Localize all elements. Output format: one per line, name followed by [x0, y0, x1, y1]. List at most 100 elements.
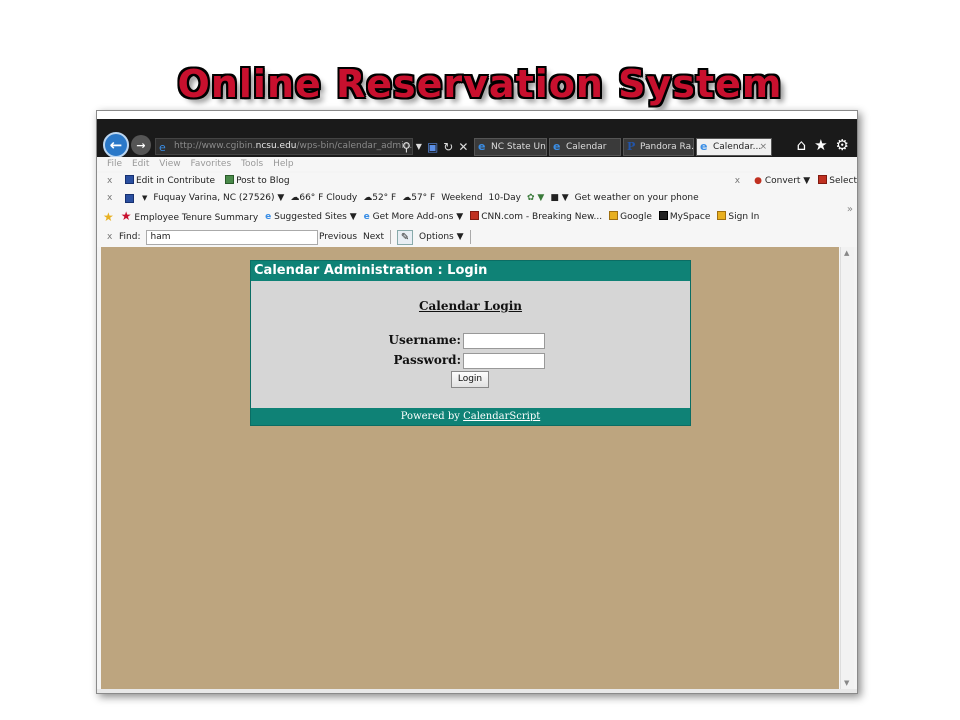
- blog-icon: [225, 175, 235, 184]
- search-icon[interactable]: ⚲: [402, 140, 411, 154]
- find-label: Find:: [119, 232, 141, 242]
- fav-sign-in[interactable]: Sign In: [717, 207, 759, 227]
- select-button[interactable]: Select: [818, 173, 857, 190]
- scroll-up-icon[interactable]: ▲: [844, 249, 849, 257]
- fav-myspace[interactable]: MySpace: [658, 207, 710, 227]
- favorites-bar: ★ ★ Employee Tenure Summary e Suggested …: [97, 207, 857, 227]
- post-to-blog-button[interactable]: Post to Blog: [225, 173, 290, 190]
- divider: [390, 230, 392, 244]
- tab-nc-state[interactable]: e NC State Un...: [474, 138, 547, 156]
- ie-icon: e: [553, 140, 561, 153]
- find-previous-button[interactable]: Previous: [319, 227, 357, 247]
- menu-edit[interactable]: Edit: [132, 159, 149, 169]
- fav-cnn[interactable]: CNN.com - Breaking New...: [470, 207, 602, 227]
- ie-icon: e: [159, 141, 166, 154]
- temp-1[interactable]: ☁52° F: [363, 190, 396, 207]
- browser-right-icons: ⌂ ★ ⚙: [797, 136, 849, 154]
- map-icon[interactable]: ✿ ▼: [527, 190, 544, 207]
- cnn-icon: [470, 211, 480, 220]
- find-next-button[interactable]: Next: [363, 227, 384, 247]
- menu-help[interactable]: Help: [273, 159, 294, 169]
- address-prefix: http://www.cgibin.: [174, 141, 256, 151]
- chevron-right-icon[interactable]: »: [847, 204, 853, 215]
- find-options-button[interactable]: Options ▼: [419, 227, 464, 247]
- stop-icon[interactable]: ✕: [458, 140, 468, 154]
- login-heading: Calendar Login: [418, 299, 523, 313]
- sign-in-icon: [717, 211, 727, 220]
- dropdown-icon[interactable]: ▼: [416, 142, 422, 151]
- browser-titlebar: ← → e http://www.cgibin.ncsu.edu/wps-bin…: [97, 111, 857, 158]
- ie-icon: e: [265, 212, 272, 222]
- close-icon[interactable]: x: [107, 190, 112, 207]
- menu-file[interactable]: File: [107, 159, 122, 169]
- edit-in-contribute-button[interactable]: Edit in Contribute: [125, 173, 215, 190]
- browser-screenshot: ← → e http://www.cgibin.ncsu.edu/wps-bin…: [96, 110, 858, 694]
- star-icon: ★: [120, 209, 132, 223]
- login-button[interactable]: Login: [451, 371, 489, 388]
- weather-phone-link[interactable]: Get weather on your phone: [575, 190, 699, 207]
- menu-bar: File Edit View Favorites Tools Help: [97, 157, 857, 171]
- temp-2[interactable]: ☁57° F: [402, 190, 435, 207]
- panel-body: Calendar Login Username: Password: Login: [251, 281, 690, 408]
- powered-by-text: Powered by: [400, 411, 460, 422]
- ie-icon: e: [478, 140, 486, 153]
- highlight-pencil-icon[interactable]: ✎: [397, 229, 414, 245]
- fav-get-addons[interactable]: e Get More Add-ons ▼: [364, 207, 464, 227]
- scroll-down-icon[interactable]: ▼: [844, 679, 849, 687]
- favorites-star-icon[interactable]: ★: [103, 207, 114, 227]
- fav-employee-tenure[interactable]: ★ Employee Tenure Summary: [121, 207, 258, 227]
- video-icon[interactable]: ■ ▼: [550, 190, 568, 207]
- page-content: Calendar Administration : Login Calendar…: [101, 247, 839, 689]
- contribute-toolbar: x Edit in Contribute Post to Blog x ● Co…: [97, 173, 857, 190]
- find-bar: x Find: ham Previous Next ✎ Options ▼: [97, 227, 857, 247]
- close-icon[interactable]: x: [735, 173, 740, 190]
- tab-pandora[interactable]: P Pandora Ra...: [623, 138, 694, 156]
- calendarscript-link[interactable]: CalendarScript: [463, 411, 540, 422]
- login-panel: Calendar Administration : Login Calendar…: [250, 260, 691, 426]
- frame-bottom: [97, 689, 857, 693]
- address-tools: ⚲ ▼ ▣ ↻ ✕: [402, 138, 472, 155]
- ie-icon: e: [700, 140, 708, 153]
- cloud-icon: ☁: [290, 193, 300, 203]
- cloud-icon: ☁: [402, 193, 412, 203]
- password-label: Password:: [393, 353, 461, 367]
- address-domain: ncsu.edu: [255, 141, 297, 151]
- password-field[interactable]: [463, 353, 545, 369]
- close-icon[interactable]: x: [107, 173, 112, 190]
- menu-view[interactable]: View: [159, 159, 180, 169]
- fav-google[interactable]: Google: [609, 207, 652, 227]
- back-arrow-icon[interactable]: ←: [103, 132, 129, 158]
- menu-favorites[interactable]: Favorites: [190, 159, 231, 169]
- ie-icon: e: [363, 212, 370, 222]
- menu-tools[interactable]: Tools: [241, 159, 263, 169]
- compatibility-icon[interactable]: ▣: [427, 140, 438, 154]
- weekend-button[interactable]: Weekend: [441, 190, 482, 207]
- star-icon[interactable]: ★: [814, 136, 827, 154]
- find-input[interactable]: ham: [146, 229, 319, 245]
- location-dropdown[interactable]: Fuquay Varina, NC (27526) ▼: [153, 190, 284, 207]
- vertical-scrollbar[interactable]: ▲ ▼: [840, 247, 854, 689]
- contribute-icon: [125, 175, 134, 184]
- address-path: /wps-bin/calendar_admin.pl: [296, 141, 413, 151]
- username-label: Username:: [388, 333, 461, 347]
- fav-suggested-sites[interactable]: e Suggested Sites ▼: [265, 207, 356, 227]
- forward-arrow-icon[interactable]: →: [131, 135, 151, 155]
- myspace-icon: [658, 211, 668, 220]
- dropdown-icon[interactable]: ▼: [142, 190, 147, 207]
- address-bar[interactable]: e http://www.cgibin.ncsu.edu/wps-bin/cal…: [155, 138, 413, 155]
- tab-calendar[interactable]: e Calendar: [549, 138, 621, 156]
- home-icon[interactable]: ⌂: [797, 136, 807, 154]
- username-field[interactable]: [463, 333, 545, 349]
- refresh-icon[interactable]: ↻: [443, 140, 453, 154]
- ten-day-button[interactable]: 10-Day: [489, 190, 521, 207]
- tab-calendar-active[interactable]: e Calendar... ×: [696, 138, 772, 156]
- close-icon[interactable]: ×: [759, 139, 767, 155]
- gear-icon[interactable]: ⚙: [836, 136, 849, 154]
- close-icon[interactable]: x: [107, 227, 112, 247]
- frame-top: [97, 111, 857, 119]
- current-weather[interactable]: ☁66° F Cloudy: [290, 190, 357, 207]
- select-icon: [818, 175, 828, 184]
- convert-icon: ●: [754, 176, 762, 186]
- convert-button[interactable]: ● Convert ▼: [754, 173, 810, 190]
- panel-header: Calendar Administration : Login: [251, 261, 690, 281]
